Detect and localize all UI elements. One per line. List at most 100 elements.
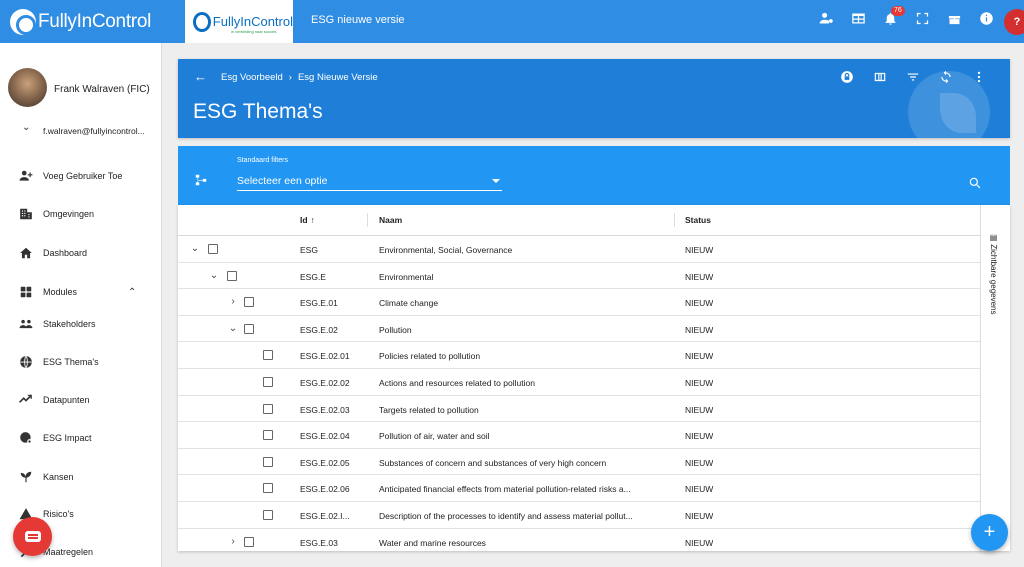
table-row[interactable]: ⌄ ESG.E Environmental NIEUW [178, 263, 980, 290]
table-row[interactable]: › ESG.E.03 Water and marine resources NIEUW [178, 529, 980, 551]
cell-id: ESG.E.02.04 [300, 431, 350, 442]
back-arrow-icon[interactable]: ← [194, 69, 207, 84]
app-logo[interactable]: FullyInControl [10, 9, 151, 35]
tree-structure-icon[interactable] [194, 173, 208, 192]
help-icon[interactable]: ? [1004, 9, 1024, 35]
user-settings-icon[interactable] [819, 11, 834, 26]
sidebar-item-esg-impact[interactable]: ESG Impact [0, 425, 161, 451]
chevron-right-icon[interactable]: › [228, 296, 238, 307]
breadcrumb-item-esg-voorbeeld[interactable]: Esg Voorbeeld [221, 72, 283, 83]
row-checkbox[interactable] [244, 536, 254, 547]
more-vert-icon[interactable] [972, 70, 986, 89]
filter-select-value: Selecteer een optie [237, 175, 328, 187]
row-checkbox[interactable] [263, 350, 273, 361]
chevron-down-icon[interactable]: ⌄ [22, 122, 30, 133]
sidebar-item-label: Maatregelen [43, 547, 94, 557]
filter-caption: Standaard filters [237, 157, 288, 164]
stakeholders-icon [19, 317, 33, 331]
refresh-icon[interactable] [939, 70, 953, 89]
sidebar-item-label: Risico's [43, 509, 74, 519]
top-icon-bar: 76 [819, 6, 994, 26]
cell-status: NIEUW [685, 351, 714, 362]
row-checkbox[interactable] [244, 323, 254, 334]
column-header-naam[interactable]: Naam [379, 215, 402, 225]
cell-status: NIEUW [685, 404, 714, 415]
table-icon[interactable] [851, 11, 866, 26]
table-row[interactable]: ESG.E.02.I... Description of the processe… [178, 502, 980, 529]
table-row[interactable]: ⌄ ESG.E.02 Pollution NIEUW [178, 316, 980, 343]
table-row[interactable]: ⌄ ESG Environmental, Social, Governance NIE… [178, 236, 980, 263]
logo-mark-icon [10, 9, 36, 35]
columns-icon[interactable] [873, 70, 887, 89]
user-name: Frank Walraven (FIC) [54, 84, 150, 95]
cell-id: ESG.E.02.I... [300, 511, 350, 521]
home-icon [19, 246, 33, 260]
avatar[interactable] [8, 68, 47, 107]
filter-icon[interactable] [906, 70, 920, 89]
sidebar-item-add-user[interactable]: Voeg Gebruiker Toe [0, 163, 161, 189]
gift-icon[interactable] [947, 11, 962, 26]
page-title: ESG Thema's [193, 100, 323, 123]
row-checkbox[interactable] [263, 510, 273, 520]
row-checkbox[interactable] [263, 377, 273, 387]
row-checkbox[interactable] [208, 244, 218, 254]
chevron-right-icon[interactable]: › [228, 536, 238, 547]
table-row[interactable]: ESG.E.02.05 Substances of concern and sub… [178, 449, 980, 476]
add-user-icon [19, 169, 33, 183]
row-checkbox[interactable] [244, 297, 254, 308]
chat-icon[interactable] [13, 517, 52, 556]
add-button[interactable]: + [971, 514, 1008, 551]
globe-gear-icon [19, 431, 33, 445]
sidebar-item-modules[interactable]: Modules ⌃ [0, 279, 161, 305]
cell-status: NIEUW [685, 378, 714, 388]
column-header-status[interactable]: Status [685, 215, 711, 225]
table-row[interactable]: ESG.E.02.02 Actions and resources related… [178, 369, 980, 396]
row-checkbox[interactable] [263, 483, 273, 494]
cell-naam: Water and marine resources [379, 537, 486, 548]
column-separator[interactable] [367, 213, 368, 227]
fullscreen-icon[interactable] [915, 11, 930, 26]
row-checkbox[interactable] [263, 403, 273, 414]
breadcrumb-item-esg-nieuwe-versie[interactable]: Esg Nieuwe Versie [298, 72, 378, 83]
row-checkbox[interactable] [263, 430, 273, 441]
sidebar-item-label: Datapunten [43, 395, 90, 405]
cell-naam: Anticipated financial effects from mater… [379, 484, 631, 495]
visible-columns-label[interactable]: Zichtbare gegevens [989, 233, 998, 314]
column-separator[interactable] [674, 213, 675, 227]
user-email[interactable]: f.walraven@fullyincontrol... [43, 126, 145, 136]
table-row[interactable]: ESG.E.02.04 Pollution of air, water and s… [178, 422, 980, 449]
table-row[interactable]: ESG.E.02.03 Targets related to pollution N… [178, 396, 980, 423]
chevron-down-icon[interactable]: ⌄ [190, 243, 200, 254]
building-icon [19, 207, 33, 221]
sidebar-item-label: Omgevingen [43, 209, 95, 219]
sidebar-item-label: Stakeholders [43, 319, 96, 329]
chevron-down-icon[interactable]: ⌄ [228, 323, 238, 334]
info-icon[interactable] [979, 11, 994, 26]
sidebar-item-dashboard[interactable]: Dashboard [0, 240, 161, 266]
filter-bar: Standaard filters Selecteer een optie [178, 146, 1010, 205]
column-header-id[interactable]: Id ↑ [300, 215, 315, 225]
sidebar-item-stakeholders[interactable]: Stakeholders [0, 311, 161, 337]
table-row[interactable]: ESG.E.02.06 Anticipated financial effects… [178, 475, 980, 502]
standard-filter-select[interactable]: Selecteer een optie [237, 172, 502, 191]
globe-icon [19, 355, 33, 369]
sidebar-item-kansen[interactable]: Kansen [0, 464, 161, 490]
sidebar-item-esg-themas[interactable]: ESG Thema's [0, 349, 161, 375]
row-checkbox[interactable] [227, 270, 237, 281]
chevron-down-icon[interactable]: ⌄ [209, 270, 219, 281]
table-row[interactable]: › ESG.E.01 Climate change NIEUW [178, 289, 980, 316]
chevron-up-icon[interactable]: ⌃ [128, 287, 136, 298]
sprout-icon [19, 470, 33, 484]
search-icon[interactable] [968, 176, 982, 195]
table-row[interactable]: ESG.E.02.01 Policies related to pollution… [178, 342, 980, 369]
lock-icon[interactable] [840, 70, 854, 89]
modules-icon [19, 285, 33, 299]
row-checkbox[interactable] [263, 456, 273, 467]
sidebar-item-datapunten[interactable]: Datapunten [0, 387, 161, 413]
bell-icon[interactable]: 76 [883, 6, 905, 26]
cell-naam: Climate change [379, 298, 439, 309]
cell-id: ESG.E.02.06 [300, 484, 350, 495]
visible-columns-panel[interactable]: Zichtbare gegevens [980, 205, 1010, 551]
app-title: ESG nieuwe versie [311, 14, 405, 26]
sidebar-item-omgevingen[interactable]: Omgevingen [0, 201, 161, 227]
